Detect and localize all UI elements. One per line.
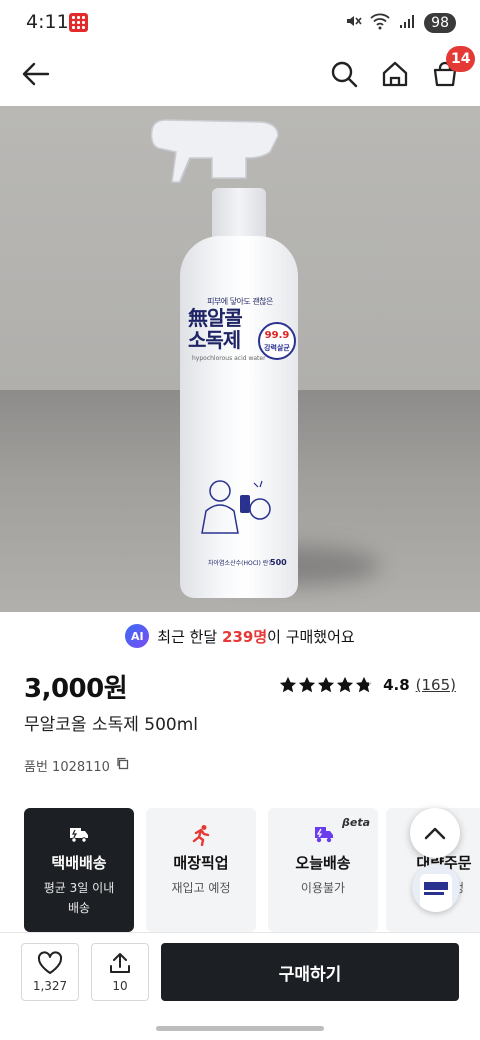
star-icon xyxy=(336,676,354,693)
chevron-up-icon xyxy=(424,827,446,840)
star-rating xyxy=(279,676,373,694)
rating-value: 4.8 xyxy=(383,676,410,694)
sku-text: 품번 1028110 xyxy=(24,760,110,775)
like-count: 1,327 xyxy=(32,979,68,993)
review-count-link[interactable]: (165) xyxy=(416,676,456,694)
option-title: 택배배송 xyxy=(51,854,107,872)
status-icons: 98 xyxy=(344,12,456,34)
home-icon xyxy=(382,61,408,87)
purchase-count: 239명 xyxy=(222,627,268,646)
delivery-option-store-pickup[interactable]: 매장픽업 재입고 예정 xyxy=(146,808,256,932)
star-icon xyxy=(279,676,297,693)
buy-button[interactable]: 구매하기 xyxy=(161,943,459,1001)
option-desc: 재입고 예정 xyxy=(171,881,231,895)
bottom-action-bar: 1,327 10 구매하기 xyxy=(0,932,480,1016)
option-desc: 이용불가 xyxy=(300,881,346,895)
product-name: 무알코올 소독제 500ml xyxy=(24,715,199,735)
mute-icon xyxy=(344,12,362,34)
battery-indicator: 98 xyxy=(424,13,456,33)
option-desc: 평균 3일 이내 배송 xyxy=(43,881,115,915)
app-notification-icon xyxy=(69,13,88,32)
recent-purchases-text: 최근 한달 239명이 구매했어요 xyxy=(157,627,355,646)
rating-summary[interactable]: 4.8 (165) xyxy=(279,676,456,694)
home-button[interactable] xyxy=(375,54,415,94)
wifi-icon xyxy=(370,12,390,34)
arrow-left-icon xyxy=(22,62,50,86)
top-navigation xyxy=(0,46,480,104)
star-icon xyxy=(298,676,316,693)
product-image-carousel[interactable]: 피부에 닿아도 괜찮은 無알콜 소독제 hypochlorous acid wa… xyxy=(0,106,480,612)
heart-icon xyxy=(37,951,63,974)
star-icon xyxy=(317,676,335,693)
bottle-body xyxy=(180,236,298,598)
delivery-option-parcel[interactable]: 택배배송 평균 3일 이내 배송 xyxy=(24,808,134,932)
spray-trigger-graphic xyxy=(150,119,279,183)
label-volume: 500 xyxy=(270,558,287,567)
status-bar: 4:11 98 xyxy=(0,0,480,46)
signal-icon xyxy=(398,12,416,34)
label-badge: 99.9 강력살균 xyxy=(258,322,296,360)
share-icon xyxy=(110,953,130,973)
search-icon xyxy=(331,61,358,88)
share-count: 10 xyxy=(112,979,128,993)
bottle-label: 피부에 닿아도 괜찮은 無알콜 소독제 hypochlorous acid wa… xyxy=(188,296,296,362)
label-footnote: 차아염소산수(HOCl) 란? xyxy=(208,560,272,567)
running-person-icon xyxy=(146,824,256,846)
fast-delivery-icon xyxy=(268,824,378,846)
home-indicator[interactable] xyxy=(156,1026,324,1031)
ai-icon: AI xyxy=(125,624,150,648)
recent-product-thumbnail[interactable] xyxy=(412,864,460,912)
delivery-option-today[interactable]: βeta 오늘배송 이용불가 xyxy=(268,808,378,932)
recent-purchases-notice: AI 최근 한달 239명이 구매했어요 xyxy=(0,622,480,650)
product-sku: 품번 1028110 xyxy=(24,756,129,775)
option-title: 오늘배송 xyxy=(295,854,351,872)
scroll-to-top-button[interactable] xyxy=(410,808,460,858)
truck-icon xyxy=(24,824,134,846)
star-icon xyxy=(355,676,373,693)
product-price: 3,000원 xyxy=(24,674,128,704)
label-illustration xyxy=(201,480,271,534)
share-button[interactable]: 10 xyxy=(91,943,149,1001)
like-button[interactable]: 1,327 xyxy=(21,943,79,1001)
cart-count-badge: 14 xyxy=(446,46,476,72)
status-time: 4:11 xyxy=(26,11,69,33)
product-page: 4:11 98 14 피부에 닿아도 괜찮은 無알콜 소독제 hypochlor… xyxy=(0,0,480,1040)
search-button[interactable] xyxy=(324,54,364,94)
copy-icon[interactable] xyxy=(116,757,129,774)
option-title: 매장픽업 xyxy=(173,854,229,872)
mini-bottle-icon xyxy=(420,874,452,912)
back-button[interactable] xyxy=(16,54,56,94)
